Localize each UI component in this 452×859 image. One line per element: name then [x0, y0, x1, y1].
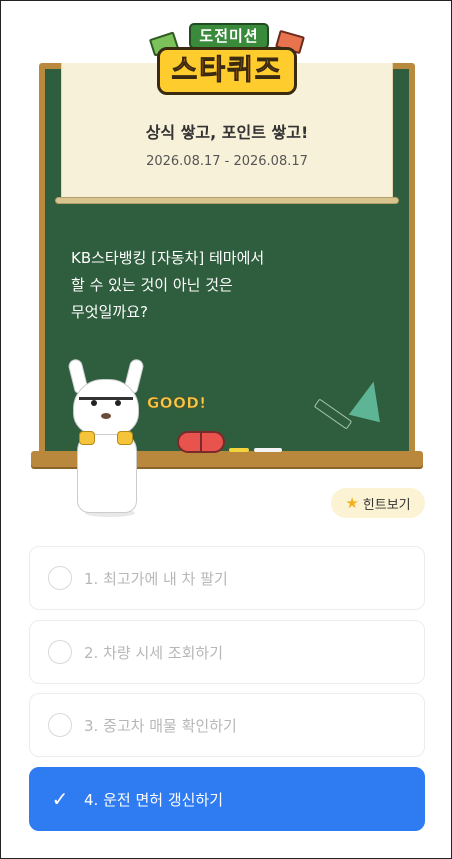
logo-subtitle: 도전미션	[189, 23, 269, 49]
answer-option-label: 2. 차량 시세 조회하기	[84, 643, 224, 662]
answer-option-2[interactable]: 2. 차량 시세 조회하기	[29, 620, 425, 684]
good-chalk-text: GOOD!	[147, 394, 207, 413]
star-quiz-logo: 도전미션 스타퀴즈	[148, 19, 305, 111]
question-line: 무엇일까요?	[71, 303, 148, 321]
quiz-screen: 상식 쌓고, 포인트 쌓고! 2026.08.17 - 2026.08.17 도…	[0, 0, 452, 859]
radio-circle-icon	[48, 713, 72, 737]
quiz-title: 상식 쌓고, 포인트 쌓고!	[145, 123, 309, 142]
question-text: KB스타뱅킹 [자동차] 테마에서 할 수 있는 것이 아닌 것은 무엇일까요?	[71, 245, 371, 326]
alpaca-mascot	[59, 357, 155, 517]
question-line: 할 수 있는 것이 아닌 것은	[71, 276, 233, 294]
checkmark-icon: ✓	[51, 787, 69, 811]
chalk-icon	[229, 448, 249, 452]
logo-title: 스타퀴즈	[157, 47, 297, 95]
quiz-date-range: 2026.08.17 - 2026.08.17	[146, 154, 308, 169]
hint-button[interactable]: ★ 힌트보기	[331, 488, 425, 518]
radio-circle-icon	[48, 640, 72, 664]
hint-label: 힌트보기	[362, 497, 411, 513]
question-line: KB스타뱅킹 [자동차] 테마에서	[71, 249, 265, 267]
answer-option-label: 3. 중고차 매물 확인하기	[84, 716, 237, 735]
answer-option-1[interactable]: 1. 최고가에 내 차 팔기	[29, 546, 425, 610]
glasses-icon	[79, 397, 133, 407]
scroll-rod	[55, 197, 399, 204]
answer-option-label: 4. 운전 면허 갱신하기	[84, 790, 224, 809]
radio-circle-icon	[48, 566, 72, 590]
eraser-icon	[177, 431, 225, 453]
answer-option-4[interactable]: ✓ 4. 운전 면허 갱신하기	[29, 767, 425, 831]
chalk-icon	[254, 448, 282, 452]
answer-option-3[interactable]: 3. 중고차 매물 확인하기	[29, 693, 425, 757]
answer-option-label: 1. 최고가에 내 차 팔기	[84, 569, 228, 588]
star-icon: ★	[345, 494, 359, 512]
